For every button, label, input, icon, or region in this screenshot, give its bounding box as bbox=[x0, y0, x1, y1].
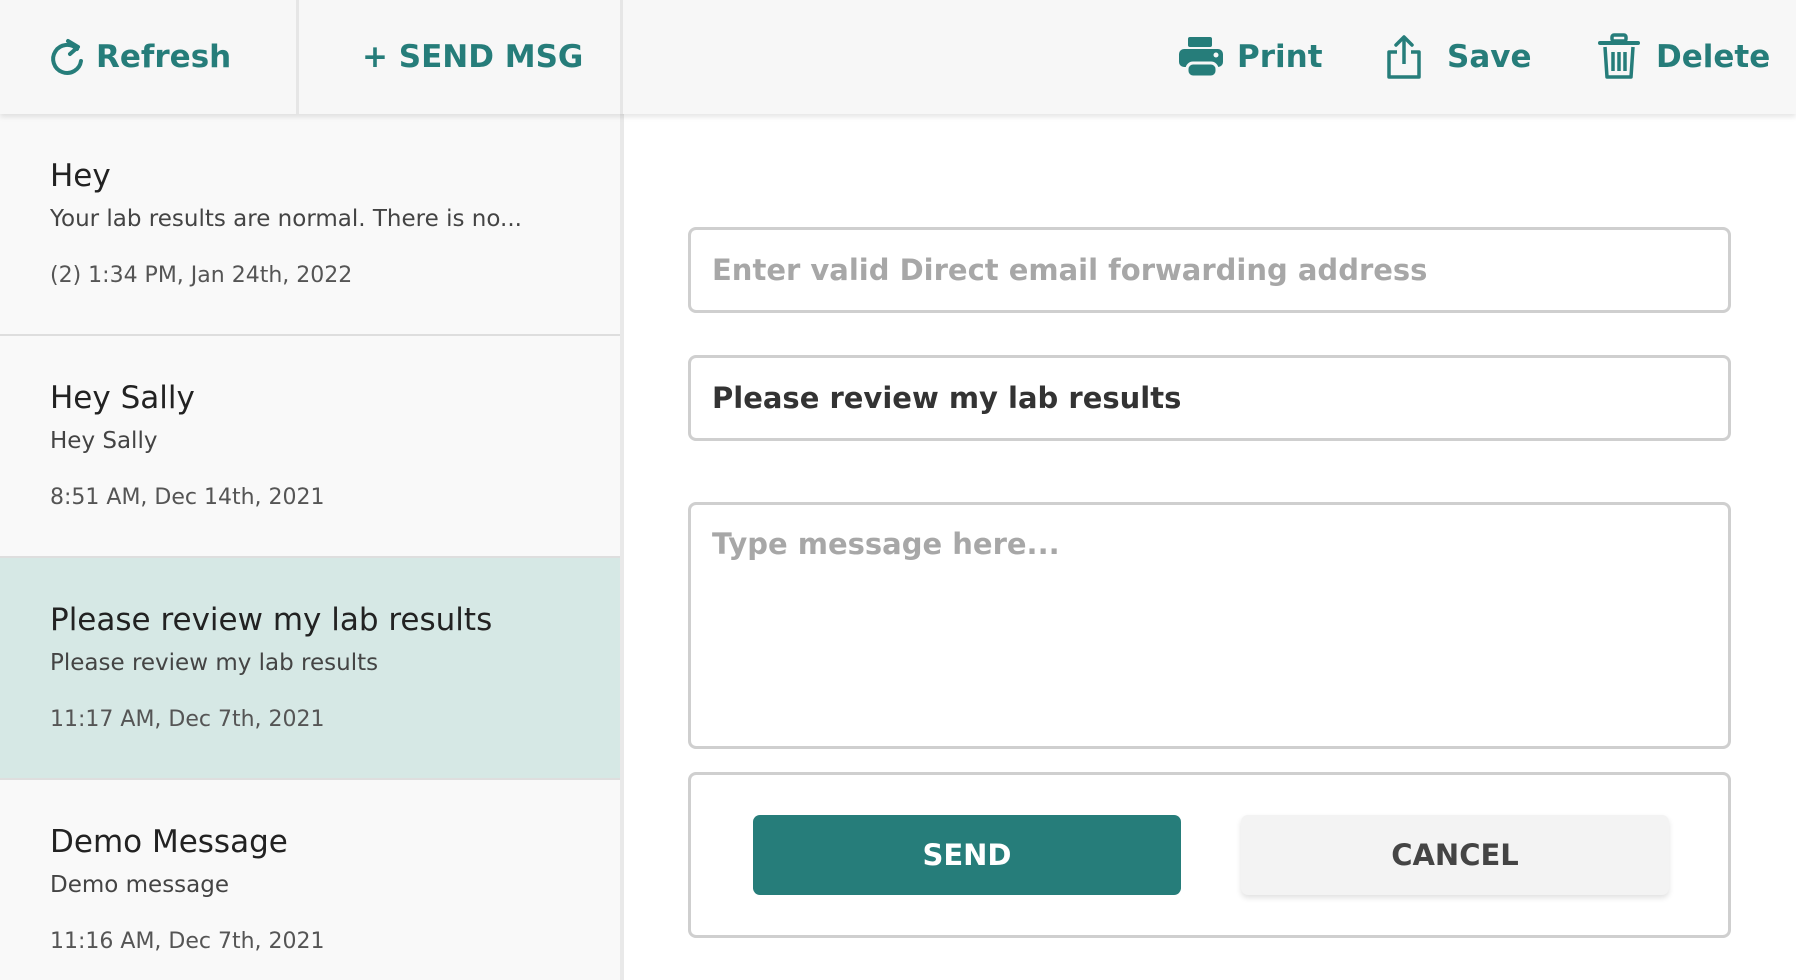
subject-field bbox=[688, 355, 1731, 441]
cancel-button[interactable]: CANCEL bbox=[1241, 815, 1669, 895]
message-preview: Your lab results are normal. There is no… bbox=[50, 206, 522, 232]
send-button[interactable]: SEND bbox=[753, 815, 1181, 895]
message-subject: Hey Sally bbox=[50, 380, 195, 416]
message-subject: Hey bbox=[50, 158, 111, 194]
panel-divider bbox=[620, 114, 624, 980]
print-label: Print bbox=[1237, 39, 1323, 75]
toolbar-divider bbox=[620, 0, 623, 114]
send-msg-button[interactable]: + SEND MSG bbox=[362, 0, 583, 114]
message-item[interactable]: Hey Your lab results are normal. There i… bbox=[0, 114, 620, 336]
refresh-icon bbox=[48, 37, 86, 77]
toolbar-divider bbox=[296, 0, 299, 114]
message-body-field bbox=[688, 502, 1731, 749]
message-date: 11:17 AM, Dec 7th, 2021 bbox=[50, 707, 325, 732]
toolbar: Refresh + SEND MSG Print Save Delete bbox=[0, 0, 1796, 114]
message-date: 11:16 AM, Dec 7th, 2021 bbox=[50, 929, 325, 954]
subject-input[interactable] bbox=[691, 358, 1728, 438]
delete-label: Delete bbox=[1656, 39, 1771, 75]
message-subject: Please review my lab results bbox=[50, 602, 493, 638]
save-label: Save bbox=[1447, 39, 1532, 75]
message-item-selected[interactable]: Please review my lab results Please revi… bbox=[0, 558, 620, 780]
message-item[interactable]: Demo Message Demo message 11:16 AM, Dec … bbox=[0, 780, 620, 980]
message-subject: Demo Message bbox=[50, 824, 288, 860]
message-list: Hey Your lab results are normal. There i… bbox=[0, 114, 620, 980]
forward-address-input[interactable] bbox=[691, 230, 1728, 310]
action-button-group: SEND CANCEL bbox=[688, 772, 1731, 938]
message-date: (2) 1:34 PM, Jan 24th, 2022 bbox=[50, 263, 353, 288]
forward-address-field bbox=[688, 227, 1731, 313]
delete-button[interactable]: Delete bbox=[1598, 0, 1770, 114]
message-preview: Please review my lab results bbox=[50, 650, 379, 676]
message-body-textarea[interactable] bbox=[691, 505, 1728, 746]
refresh-label: Refresh bbox=[96, 39, 232, 75]
share-upload-icon bbox=[1385, 34, 1423, 80]
save-button[interactable]: Save bbox=[1385, 0, 1531, 114]
refresh-button[interactable]: Refresh bbox=[48, 0, 231, 114]
message-preview: Demo message bbox=[50, 872, 230, 898]
message-preview: Hey Sally bbox=[50, 428, 158, 454]
send-msg-label: + SEND MSG bbox=[362, 39, 584, 75]
message-date: 8:51 AM, Dec 14th, 2021 bbox=[50, 485, 325, 510]
message-item[interactable]: Hey Sally Hey Sally 8:51 AM, Dec 14th, 2… bbox=[0, 336, 620, 558]
print-button[interactable]: Print bbox=[1177, 0, 1323, 114]
trash-icon bbox=[1598, 33, 1640, 81]
printer-icon bbox=[1177, 35, 1225, 79]
